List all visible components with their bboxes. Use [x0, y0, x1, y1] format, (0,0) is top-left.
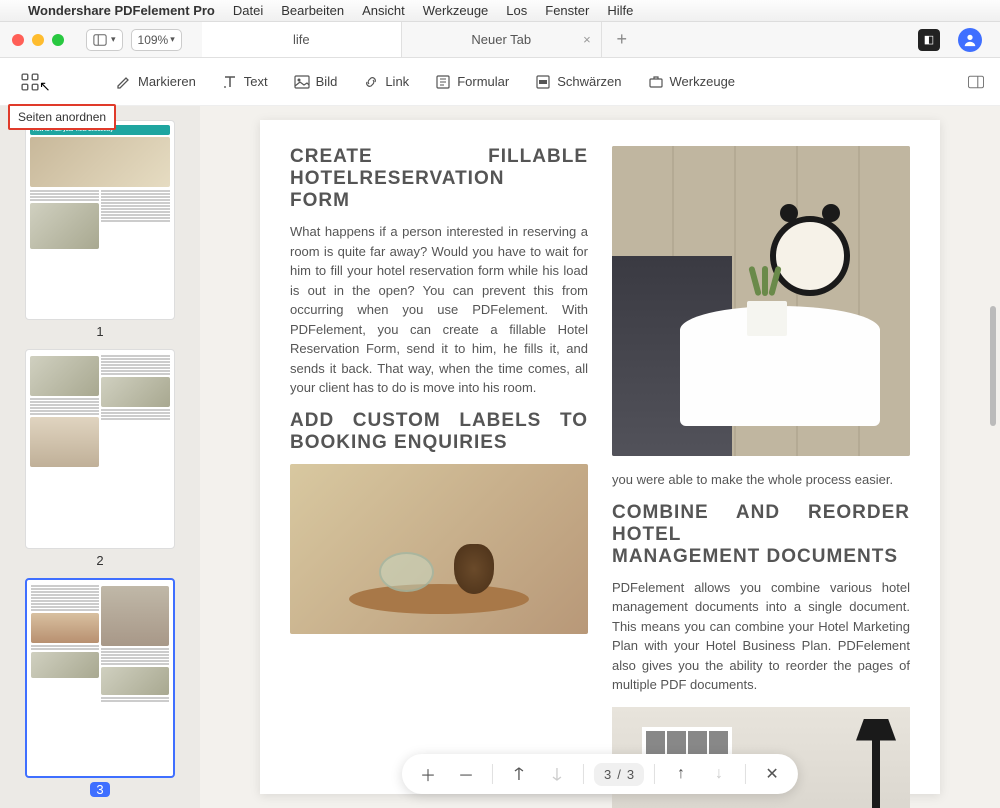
- thumbnails-sidebar: How to Plan your Time Effectively 1 2 3: [0, 106, 200, 808]
- heading-combine-reorder: COMBINE AND REORDER HOTEL MANAGEMENT DOC…: [612, 502, 910, 568]
- form-icon: [435, 74, 451, 90]
- paragraph: What happens if a person interested in r…: [290, 222, 588, 398]
- tooltip-seiten-anordnen: Seiten anordnen: [8, 104, 116, 130]
- tool-markieren[interactable]: Markieren: [116, 74, 196, 90]
- window-chrome: ▾ 109% ▾ life Neuer Tab × + ◧: [0, 22, 1000, 58]
- chevron-down-icon: ▾: [170, 34, 175, 45]
- tool-label: Text: [244, 74, 268, 89]
- toolbox-icon: [648, 74, 664, 90]
- tool-werkzeuge[interactable]: Werkzeuge: [648, 74, 736, 90]
- sidebar-toggle-button[interactable]: ▾: [86, 29, 123, 51]
- tab-neuer[interactable]: Neuer Tab ×: [402, 22, 602, 57]
- content-image-clock: [612, 146, 910, 456]
- page-thumbnail-3[interactable]: [25, 578, 175, 778]
- app-name[interactable]: Wondershare PDFelement Pro: [28, 3, 215, 18]
- menu-datei[interactable]: Datei: [233, 3, 263, 18]
- grid-icon: [21, 73, 39, 91]
- heading-create-fillable: CREATE FILLABLE HOTELRESERVATION FORM: [290, 146, 588, 212]
- thumb-number: 1: [96, 324, 103, 339]
- tool-label: Schwärzen: [557, 74, 621, 89]
- tab-label: life: [293, 32, 310, 47]
- redact-icon: [535, 74, 551, 90]
- document-tabs: life Neuer Tab × +: [202, 22, 900, 57]
- fit-height-button[interactable]: [541, 758, 573, 790]
- menu-hilfe[interactable]: Hilfe: [607, 3, 633, 18]
- menu-los[interactable]: Los: [506, 3, 527, 18]
- menu-bearbeiten[interactable]: Bearbeiten: [281, 3, 344, 18]
- zoom-value: 109%: [138, 33, 169, 47]
- menu-fenster[interactable]: Fenster: [545, 3, 589, 18]
- tool-label: Markieren: [138, 74, 196, 89]
- document-canvas[interactable]: CREATE FILLABLE HOTELRESERVATION FORM Wh…: [200, 106, 1000, 808]
- text-icon: [222, 74, 238, 90]
- menu-werkzeuge[interactable]: Werkzeuge: [423, 3, 489, 18]
- page-thumbnail-2[interactable]: [25, 349, 175, 549]
- page-thumbnail-1[interactable]: How to Plan your Time Effectively: [25, 120, 175, 320]
- tool-link[interactable]: Link: [363, 74, 409, 90]
- tool-label: Link: [385, 74, 409, 89]
- pdf-page: CREATE FILLABLE HOTELRESERVATION FORM Wh…: [260, 120, 940, 794]
- user-avatar[interactable]: [958, 28, 982, 52]
- user-icon: [963, 33, 977, 47]
- chevron-down-icon: ▾: [111, 34, 116, 45]
- vertical-scrollbar[interactable]: [988, 106, 998, 808]
- window-minimize[interactable]: [32, 34, 44, 46]
- menu-ansicht[interactable]: Ansicht: [362, 3, 405, 18]
- thumb-number: 3: [90, 782, 109, 797]
- macos-menubar: Wondershare PDFelement Pro Datei Bearbei…: [0, 0, 1000, 22]
- content-image-pinecone: [290, 464, 588, 634]
- zoom-selector[interactable]: 109% ▾: [131, 29, 182, 51]
- thumb-number: 2: [96, 553, 103, 568]
- total-pages: 3: [627, 767, 634, 782]
- link-icon: [363, 74, 379, 90]
- paragraph: PDFelement allows you combine various ho…: [612, 578, 910, 695]
- tool-label: Bild: [316, 74, 338, 89]
- window-zoom[interactable]: [52, 34, 64, 46]
- tooltip-text: Seiten anordnen: [18, 110, 106, 124]
- fit-width-icon: [511, 766, 527, 782]
- sidebar-icon: [93, 33, 107, 47]
- tool-bild[interactable]: Bild: [294, 74, 338, 90]
- page-indicator[interactable]: 3 / 3: [594, 763, 644, 786]
- tool-label: Werkzeuge: [670, 74, 736, 89]
- paragraph: you were able to make the whole process …: [612, 470, 910, 490]
- fit-width-button[interactable]: [503, 758, 535, 790]
- tool-label: Formular: [457, 74, 509, 89]
- page-nav-bar: ＋ － 3 / 3 ↑ ↓ ✕: [402, 754, 798, 794]
- zoom-out-button[interactable]: －: [450, 758, 482, 790]
- close-bar-button[interactable]: ✕: [756, 758, 788, 790]
- next-page-button[interactable]: ↓: [703, 758, 735, 790]
- highlighter-icon: [116, 74, 132, 90]
- tool-formular[interactable]: Formular: [435, 74, 509, 90]
- tab-life[interactable]: life: [202, 22, 402, 57]
- page-sep: /: [617, 767, 621, 782]
- current-page: 3: [604, 767, 611, 782]
- dual-pane-icon: [968, 74, 984, 90]
- tool-text[interactable]: Text: [222, 74, 268, 90]
- image-icon: [294, 74, 310, 90]
- cursor-icon: ↖: [39, 78, 51, 95]
- close-icon[interactable]: ×: [583, 32, 591, 47]
- tool-schwaerzen[interactable]: Schwärzen: [535, 74, 621, 90]
- thumbnails-grid-button[interactable]: ↖: [16, 68, 44, 96]
- new-tab-button[interactable]: +: [602, 22, 642, 57]
- zoom-in-button[interactable]: ＋: [412, 758, 444, 790]
- heading-add-custom: ADD CUSTOM LABELS TO BOOKING ENQUIRIES: [290, 410, 588, 454]
- app-logo-icon[interactable]: ◧: [918, 29, 940, 51]
- prev-page-button[interactable]: ↑: [665, 758, 697, 790]
- tab-label: Neuer Tab: [471, 32, 531, 47]
- main-toolbar: ↖ Markieren Text Bild Link Formular Schw…: [0, 58, 1000, 106]
- dual-pane-button[interactable]: [968, 74, 984, 90]
- fit-height-icon: [549, 766, 565, 782]
- window-close[interactable]: [12, 34, 24, 46]
